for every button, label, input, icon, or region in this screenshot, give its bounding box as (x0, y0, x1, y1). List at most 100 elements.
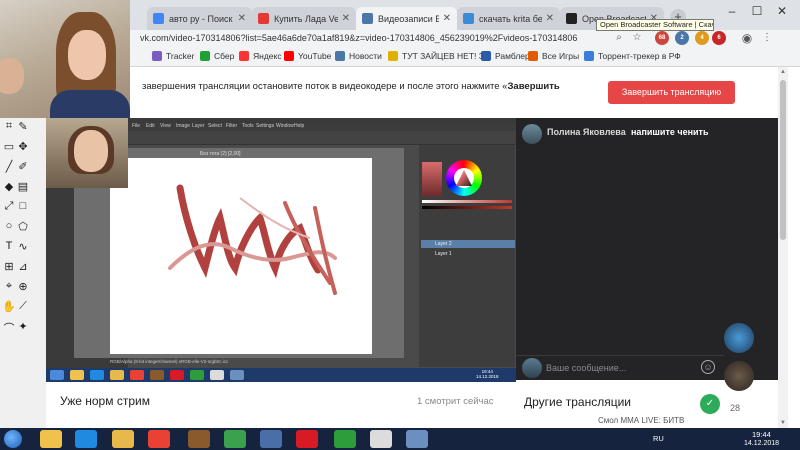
zoom-tool-icon[interactable]: ⊕ (16, 280, 30, 293)
scroll-up-icon[interactable]: ▲ (779, 69, 787, 75)
bezier-tool-icon[interactable]: ∿ (16, 240, 30, 253)
polygon-tool-icon[interactable]: ⬠ (16, 220, 30, 233)
avatar[interactable] (522, 124, 542, 144)
opera-icon[interactable] (296, 430, 318, 448)
paint-icon[interactable] (188, 430, 210, 448)
krita-menubar: File Edit View Image Layer Select Filter… (128, 123, 516, 131)
chat-author-name[interactable]: Полина Яковлева (547, 127, 626, 137)
clock-date[interactable]: 14.12.2018 (744, 440, 779, 447)
bookmark-tracker[interactable]: Tracker (152, 51, 195, 61)
obs-favicon-icon (566, 13, 577, 24)
captured-app-icon (210, 370, 224, 380)
obs-icon[interactable] (370, 430, 392, 448)
explorer-icon[interactable] (40, 430, 62, 448)
close-tab-icon[interactable]: ✕ (443, 13, 451, 24)
color-slider[interactable] (422, 206, 512, 209)
bookmark-sber[interactable]: Сбер (200, 51, 234, 61)
torrent-icon (584, 51, 594, 61)
tab-lada[interactable]: Купить Лада Vesta в Москве ✕ (252, 7, 356, 30)
viewer-avatar[interactable] (724, 361, 754, 391)
streamer-webcam (0, 0, 140, 118)
app-icon[interactable] (260, 430, 282, 448)
canvas-title: Без тега (2) [2,00] (200, 151, 241, 157)
select-tool-icon[interactable]: ▭ (2, 140, 16, 153)
notification-bell-icon[interactable] (724, 323, 754, 353)
address-bar[interactable]: vk.com/video-170314806?list=5ae46a6de70a… (140, 32, 610, 45)
language-indicator[interactable]: RU (653, 434, 664, 443)
tab-vk-video[interactable]: Видеозаписи Все ✕ (356, 7, 457, 30)
close-window-button[interactable]: ✕ (770, 4, 794, 18)
rect-tool-icon[interactable]: □ (16, 200, 30, 212)
rambler-icon (481, 51, 491, 61)
menu-icon[interactable]: ⋮ (760, 31, 774, 45)
drawing-canvas (110, 158, 372, 354)
brush-strokes (168, 184, 337, 295)
krita-icon[interactable] (406, 430, 428, 448)
emoji-icon[interactable]: ☺ (701, 360, 715, 374)
minimize-button[interactable]: – (720, 4, 744, 18)
layer-row[interactable]: Layer 2 (421, 240, 515, 248)
avito-favicon-icon (258, 13, 269, 24)
current-color-swatch[interactable] (422, 162, 442, 196)
text-tool-icon[interactable]: T (2, 240, 16, 252)
media-icon[interactable] (224, 430, 246, 448)
chat-message-input[interactable]: Ваше сообщение... (546, 360, 696, 376)
bookmark-games[interactable]: Все Игры (528, 51, 579, 61)
captured-app-icon (190, 370, 204, 380)
clock-time[interactable]: 19:44 (752, 430, 771, 439)
move-tool-icon[interactable]: ✥ (16, 140, 30, 153)
gradient-tool-icon[interactable]: ▤ (16, 180, 30, 193)
vk-favicon-icon (362, 13, 373, 24)
krita-left-toolbox: ⌗ ✎ ▭ ✥ ╱ ✐ ◆ ▤ ⤢ □ ○ ⬠ T ∿ ⊞ ⊿ ⌖ ⊕ ✋ ⟋ … (0, 118, 46, 428)
crop-tool-icon[interactable]: ⌗ (2, 120, 16, 133)
bookmark-youtube[interactable]: YouTube (284, 51, 331, 61)
line-tool-icon[interactable]: ╱ (2, 160, 16, 173)
captured-app-icon (70, 370, 84, 380)
internet-explorer-icon[interactable] (75, 430, 97, 448)
finish-stream-button[interactable]: Завершить трансляцию (608, 81, 735, 104)
chat-message-text: напишите ченить (631, 127, 709, 137)
bookmark-torrent[interactable]: Торрент-трекер в РФ (584, 51, 681, 61)
side-counter: 28 (730, 403, 741, 413)
layer-row[interactable]: Layer 1 (421, 250, 515, 258)
fill-tool-icon[interactable]: ◆ (2, 180, 16, 193)
folder-icon[interactable] (112, 430, 134, 448)
measure-tool-icon[interactable]: ⊿ (16, 260, 30, 273)
scrollbar-thumb[interactable] (780, 80, 786, 240)
close-tab-icon[interactable]: ✕ (342, 13, 350, 24)
extension-badge-icon[interactable]: 4 (695, 31, 709, 45)
pen-tool-icon[interactable]: ✐ (16, 160, 30, 173)
freehand-select-icon[interactable]: ⌒ (2, 320, 16, 336)
tab-krita-download[interactable]: скачать krita бесплатно ✕ (457, 7, 560, 30)
assistant-tool-icon[interactable]: ⟋ (16, 300, 30, 313)
profile-icon[interactable]: ◉ (740, 31, 754, 45)
tab-google-search[interactable]: авто ру - Поиск в Google ✕ (147, 7, 252, 30)
bookmark-star-icon[interactable]: ☆ (630, 31, 644, 45)
bookmark-yandex[interactable]: Яндекс (239, 51, 282, 61)
utorrent-icon[interactable] (334, 430, 356, 448)
bookmark-news[interactable]: Новости (335, 51, 382, 61)
brush-tool-icon[interactable]: ✎ (16, 120, 30, 133)
scroll-down-icon[interactable]: ▼ (779, 420, 787, 426)
close-tab-icon[interactable]: ✕ (546, 13, 554, 24)
chrome-icon[interactable] (148, 430, 170, 448)
games-icon (528, 51, 538, 61)
ellipse-tool-icon[interactable]: ○ (2, 220, 16, 232)
grid-tool-icon[interactable]: ⊞ (2, 260, 16, 273)
maximize-button[interactable]: ☐ (745, 4, 769, 18)
pinterest-icon[interactable]: 6 (712, 31, 726, 45)
close-tab-icon[interactable]: ✕ (238, 13, 246, 24)
bookmark-tut-zaicev[interactable]: ТУТ ЗАЙЦЕВ НЕТ! З... (388, 51, 491, 61)
search-icon[interactable]: ⌕ (612, 31, 626, 45)
picker-tool-icon[interactable]: ⌖ (2, 280, 16, 293)
contiguous-select-icon[interactable]: ✦ (16, 320, 30, 333)
transform-tool-icon[interactable]: ⤢ (2, 200, 16, 213)
other-stream-link[interactable]: Смол ММА LIVE: БИТВ (598, 415, 718, 427)
color-slider[interactable] (422, 200, 512, 203)
bookmark-rambler[interactable]: Рамблер (481, 51, 530, 61)
pan-tool-icon[interactable]: ✋ (2, 300, 16, 313)
extension-badge-icon[interactable]: 68 (655, 31, 669, 45)
start-button[interactable] (4, 430, 22, 448)
extension-badge-icon[interactable]: 2 (675, 31, 689, 45)
shield-icon[interactable]: ✓ (700, 394, 720, 414)
